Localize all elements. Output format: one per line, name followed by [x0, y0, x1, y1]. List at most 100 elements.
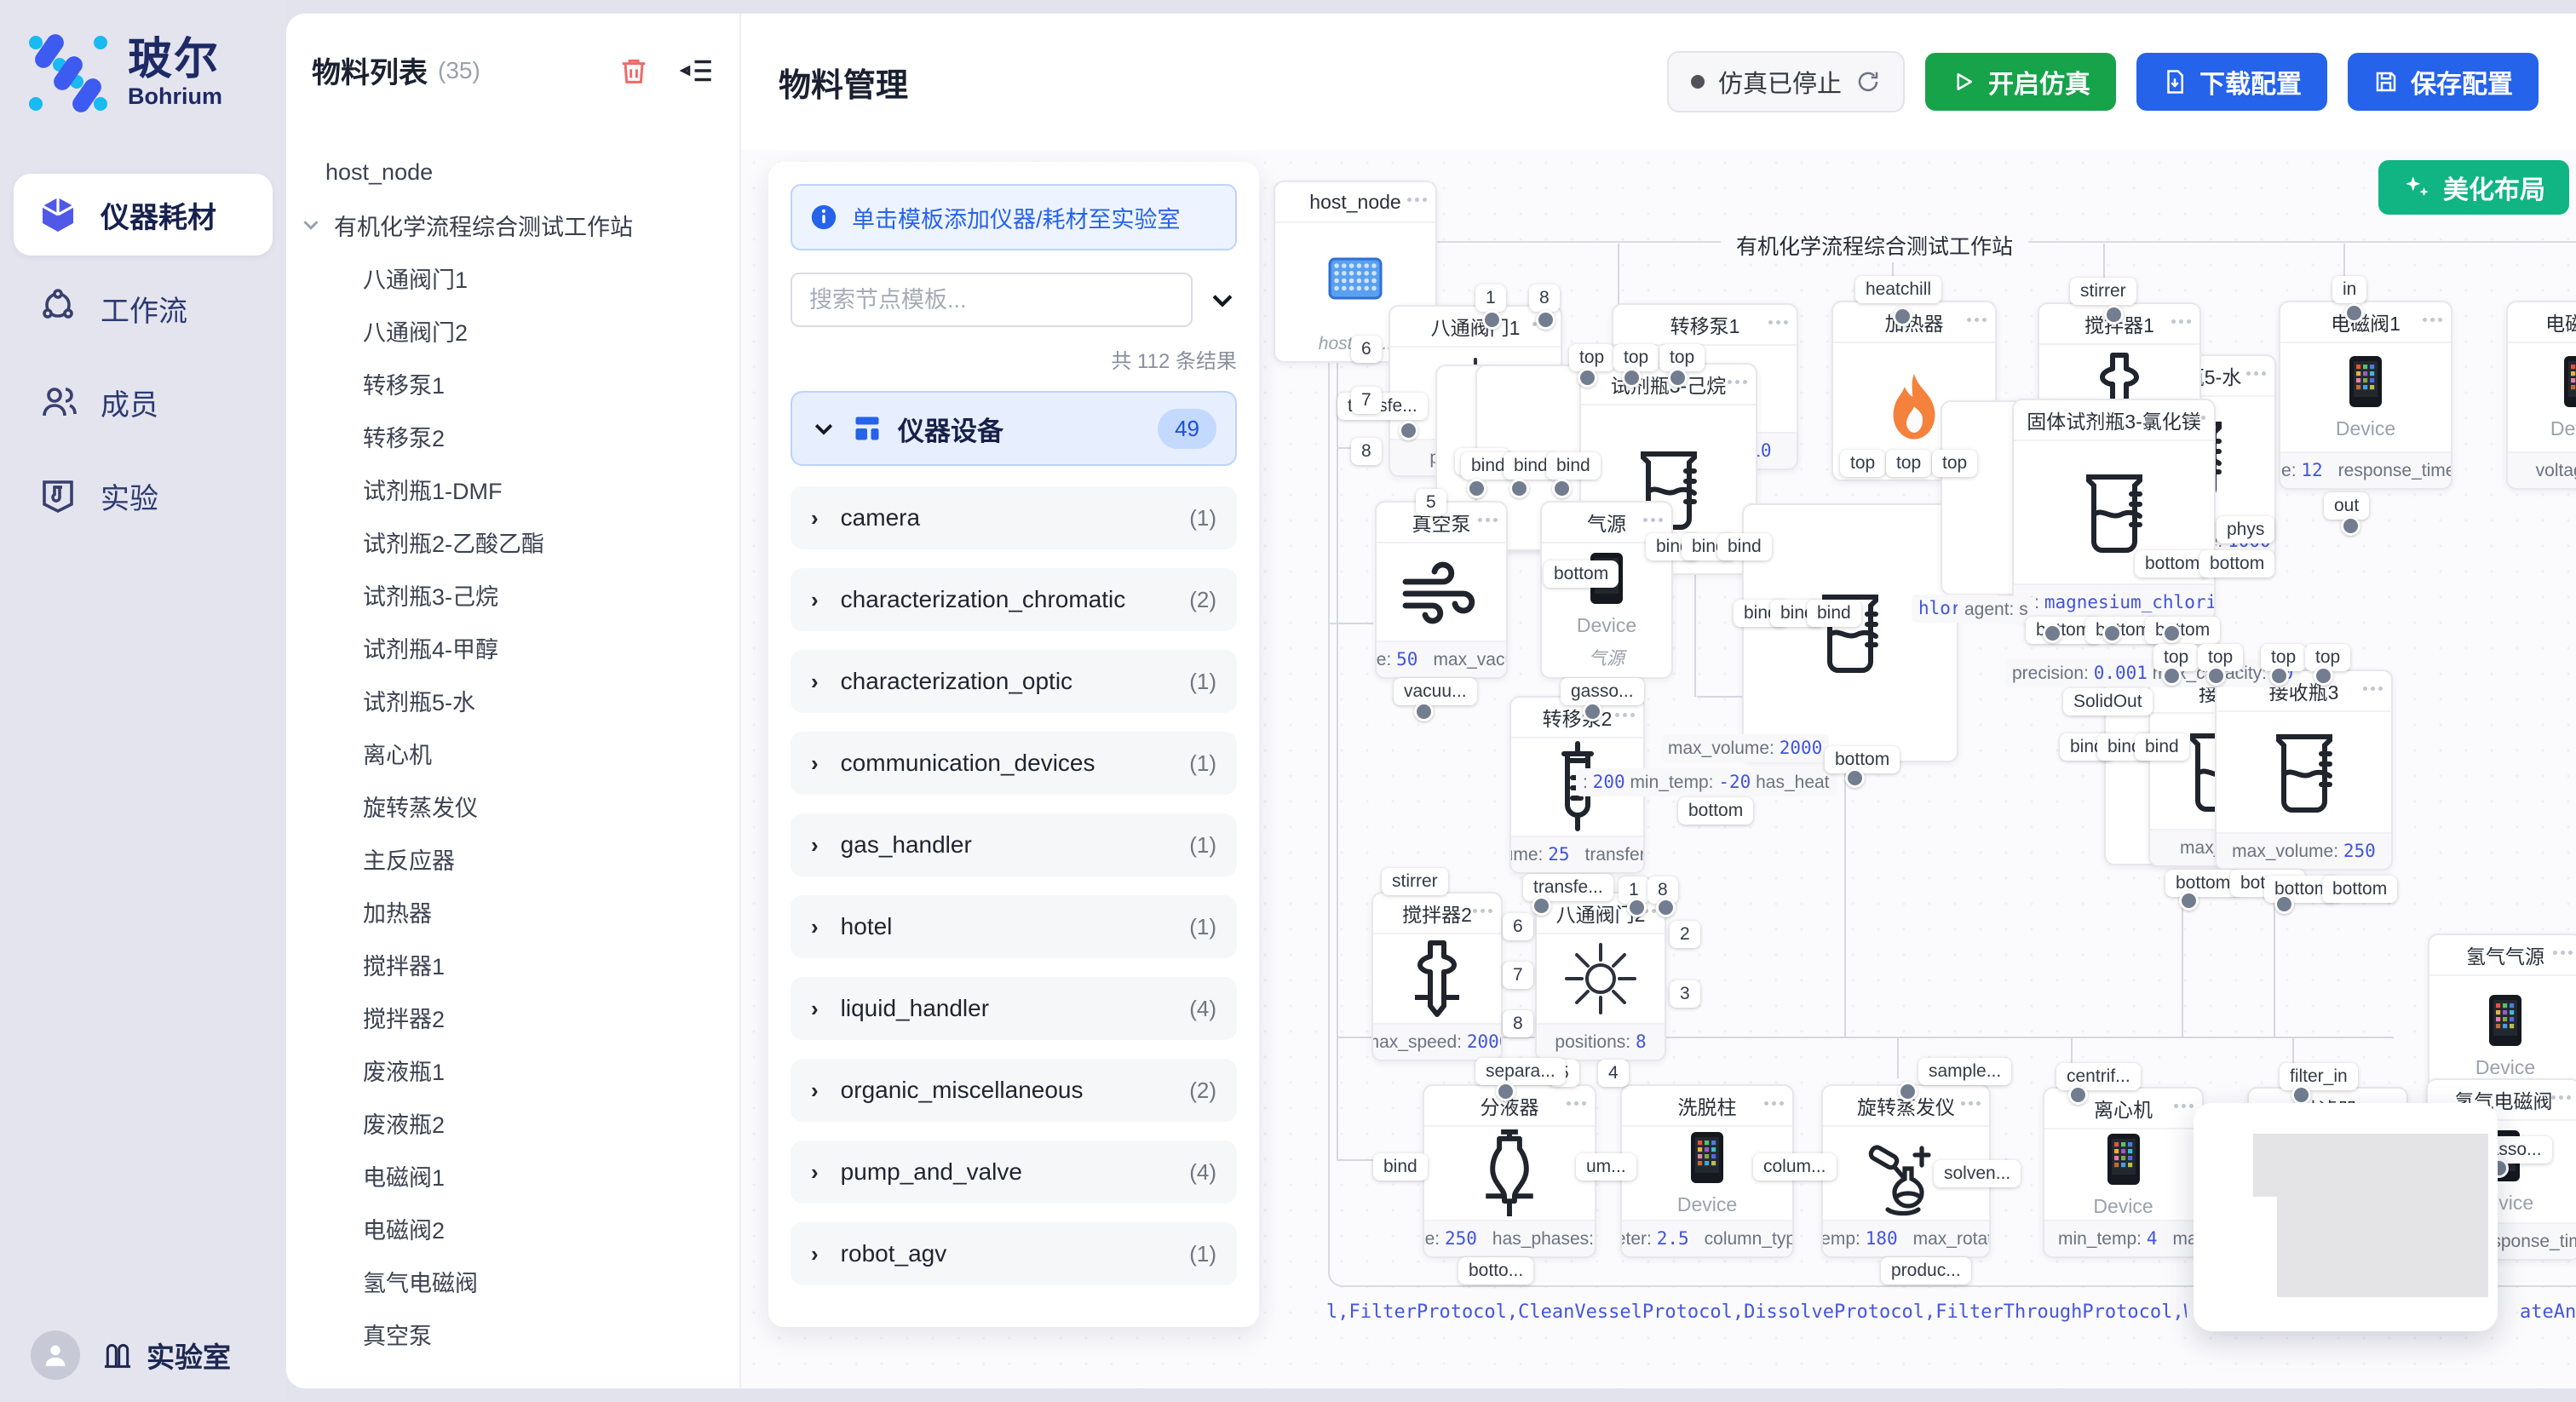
port-chip-gasso...[interactable]: gasso...	[1561, 678, 1644, 705]
tree-item[interactable]: 电磁阀2	[286, 1202, 739, 1255]
port-chip-8[interactable]: 8	[1351, 438, 1382, 465]
port-chip-stirrer[interactable]: stirrer	[1382, 868, 1448, 895]
port-chip-in[interactable]: in	[2332, 276, 2366, 303]
port-dot-icon[interactable]	[1532, 896, 1551, 916]
port-dot-icon[interactable]	[2314, 666, 2333, 686]
port-chip-bind[interactable]: bind	[1373, 1153, 1428, 1181]
port-dot-icon[interactable]	[1509, 479, 1529, 498]
port-chip-um...[interactable]: um...	[1576, 1153, 1636, 1181]
port-chip-2[interactable]: 2	[1670, 921, 1700, 948]
node-menu-icon[interactable]	[1768, 320, 1788, 325]
canvas-node-真空泵[interactable]: 真空泵pump_rate: 50max_vacuum: 0.1	[1375, 501, 1508, 679]
search-input[interactable]	[791, 273, 1193, 327]
tree-item[interactable]: 废液瓶1	[286, 1043, 739, 1096]
canvas-node-电磁阀1[interactable]: 电磁阀1Devicevoltage: 12response_time: 0.1	[2279, 301, 2452, 490]
simulation-status[interactable]: 仿真已停止	[1667, 51, 1905, 112]
canvas-node-接收瓶3[interactable]: 接收瓶3max_volume: 250	[2215, 669, 2393, 871]
port-chip-colum...[interactable]: colum...	[1753, 1153, 1837, 1181]
port-dot-icon[interactable]	[1536, 310, 1555, 330]
node-menu-icon[interactable]	[2246, 371, 2266, 376]
tree-item[interactable]: 试剂瓶5-水	[286, 674, 739, 727]
tree-item[interactable]: 加热器	[286, 885, 739, 938]
port-chip-8[interactable]: 8	[1503, 1010, 1533, 1037]
port-dot-icon[interactable]	[1627, 898, 1647, 917]
sidebar-item-成员[interactable]: 成员	[14, 361, 273, 443]
node-menu-icon[interactable]	[2553, 951, 2573, 955]
port-chip-8[interactable]: 8	[1529, 284, 1560, 312]
port-chip-top[interactable]: top	[1659, 344, 1705, 371]
port-dot-icon[interactable]	[2162, 666, 2182, 686]
port-dot-icon[interactable]	[2291, 1085, 2311, 1105]
sidebar-item-lab[interactable]: 实验室	[101, 1335, 231, 1376]
port-chip-bottom[interactable]: bottom	[1825, 746, 1900, 773]
node-menu-icon[interactable]	[1728, 380, 1747, 384]
port-chip-bind[interactable]: bind	[1546, 452, 1601, 480]
port-chip-stirrer[interactable]: stirrer	[2070, 278, 2136, 305]
canvas-node-分液器[interactable]: 分液器volume: 250has_phases: true	[1423, 1084, 1596, 1258]
port-chip-bind[interactable]: bind	[2135, 733, 2189, 761]
node-menu-icon[interactable]	[2174, 1104, 2194, 1108]
tree-item[interactable]: 试剂瓶1-DMF	[286, 463, 739, 515]
palette-group-pump_and_valve[interactable]: ›pump_and_valve(4)	[791, 1141, 1237, 1204]
port-chip-bottom[interactable]: bottom	[1544, 560, 1619, 588]
port-chip-SolidOut[interactable]: SolidOut	[2063, 688, 2153, 715]
port-dot-icon[interactable]	[1467, 479, 1486, 498]
palette-group-gas_handler[interactable]: ›gas_handler(1)	[791, 813, 1237, 876]
port-dot-icon[interactable]	[2102, 623, 2122, 643]
beautify-layout-button[interactable]: 美化布局	[2378, 160, 2569, 215]
port-chip-top[interactable]: top	[1569, 344, 1614, 371]
port-dot-icon[interactable]	[1414, 702, 1434, 721]
port-dot-icon[interactable]	[1622, 368, 1642, 388]
node-menu-icon[interactable]	[1643, 518, 1663, 522]
port-dot-icon[interactable]	[1552, 479, 1572, 498]
trash-icon[interactable]	[617, 54, 651, 88]
palette-group-liquid_handler[interactable]: ›liquid_handler(4)	[791, 977, 1237, 1040]
tree-item[interactable]: 试剂瓶3-己烷	[286, 568, 739, 621]
port-dot-icon[interactable]	[1482, 310, 1502, 330]
port-chip-6[interactable]: 6	[1351, 336, 1382, 363]
canvas-node-搅拌器2[interactable]: 搅拌器2max_speed: 2000	[1371, 892, 1503, 1061]
node-menu-icon[interactable]	[2363, 687, 2383, 691]
port-dot-icon[interactable]	[1898, 1082, 1918, 1101]
port-chip-bottom[interactable]: bottom	[2322, 876, 2397, 903]
port-dot-icon[interactable]	[2043, 623, 2062, 643]
port-chip-3[interactable]: 3	[1670, 980, 1700, 1008]
tree-item[interactable]: 转移泵1	[286, 357, 739, 410]
palette-group-robot_agv[interactable]: ›robot_agv(1)	[791, 1222, 1237, 1285]
port-chip-solven...[interactable]: solven...	[1934, 1160, 2021, 1187]
port-chip-1[interactable]: 1	[1475, 284, 1506, 312]
node-menu-icon[interactable]	[1567, 1101, 1586, 1106]
tree-item[interactable]: 离心机	[286, 727, 739, 779]
port-chip-out[interactable]: out	[2324, 492, 2369, 520]
port-chip-top[interactable]: top	[1932, 450, 1977, 477]
port-dot-icon[interactable]	[1668, 368, 1688, 388]
port-dot-icon[interactable]	[2206, 666, 2226, 686]
tree-item[interactable]: 主反应器	[286, 832, 739, 885]
start-simulation-button[interactable]: 开启仿真	[1925, 53, 2116, 111]
canvas-node-气源[interactable]: 气源Device气源	[1540, 501, 1673, 679]
node-menu-icon[interactable]	[2186, 416, 2205, 420]
node-menu-icon[interactable]	[2171, 319, 2191, 324]
port-chip-7[interactable]: 7	[1503, 962, 1533, 989]
tree-item[interactable]: 电磁阀1	[286, 1149, 739, 1202]
download-config-button[interactable]: 下载配置	[2136, 53, 2327, 111]
canvas-node-八通阀门2[interactable]: 八通阀门2positions: 8	[1535, 892, 1666, 1061]
port-dot-icon[interactable]	[2274, 894, 2294, 914]
palette-group-organic_miscellaneous[interactable]: ›organic_miscellaneous(2)	[791, 1059, 1237, 1122]
port-dot-icon[interactable]	[1845, 768, 1865, 788]
tree-item[interactable]: 废液瓶2	[286, 1096, 739, 1149]
minimap[interactable]	[2194, 1103, 2498, 1331]
tree-item[interactable]: 旋转蒸发仪	[286, 779, 739, 832]
node-menu-icon[interactable]	[1478, 518, 1498, 522]
port-chip-heatchill[interactable]: heatchill	[1855, 276, 1941, 303]
port-chip-filter_in[interactable]: filter_in	[2280, 1063, 2358, 1090]
port-chip-separa...[interactable]: separa...	[1475, 1058, 1566, 1085]
tree-item[interactable]: 搅拌器1	[286, 938, 739, 991]
tree-item[interactable]: 搅拌器2	[286, 991, 739, 1043]
node-menu-icon[interactable]	[1764, 1101, 1784, 1106]
sidebar-item-实验[interactable]: 实验	[14, 455, 273, 537]
tree-group-workstation[interactable]: 有机化学流程综合测试工作站	[286, 198, 739, 251]
port-chip-7[interactable]: 7	[1351, 387, 1382, 414]
canvas-node-固体试剂瓶3-氯化镁[interactable]: 固体试剂瓶3-氯化镁agent: magnesium_chloride	[2012, 399, 2216, 622]
refresh-icon[interactable]	[1855, 69, 1881, 95]
